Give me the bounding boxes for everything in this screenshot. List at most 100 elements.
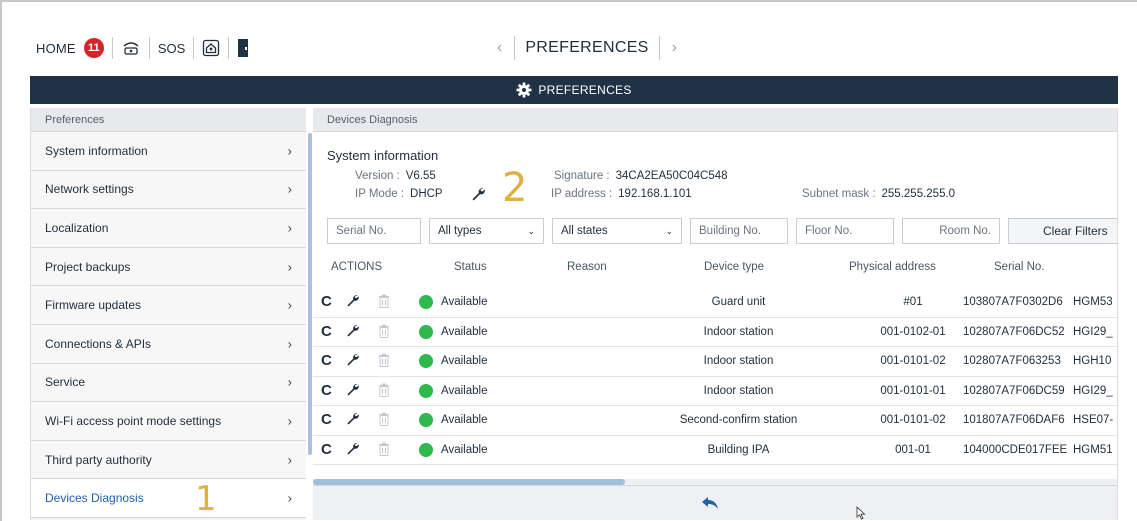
status-dot-icon	[419, 354, 433, 368]
device-type-text: Indoor station	[703, 384, 774, 397]
room-filter-input[interactable]: Room No.	[902, 218, 1000, 244]
sidebar-item-label: Devices Diagnosis	[45, 491, 144, 506]
refresh-icon[interactable]: C	[321, 323, 332, 340]
door-icon[interactable]	[237, 38, 249, 58]
trash-icon[interactable]	[378, 324, 390, 341]
wrench-icon[interactable]	[346, 383, 359, 399]
sidebar-item[interactable]: Devices Diagnosis 1 ›	[31, 479, 306, 518]
chevron-right-icon[interactable]: ›	[660, 39, 689, 57]
device-model-text: HGH10	[1073, 355, 1112, 367]
state-filter-value: All states	[561, 225, 608, 237]
refresh-icon[interactable]: C	[321, 352, 332, 369]
divider	[193, 37, 195, 59]
device-type-text: Guard unit	[711, 296, 766, 308]
ip-field: IP address : 192.168.1.101	[551, 188, 692, 200]
signature-label: Signature :	[554, 170, 610, 182]
wrench-icon[interactable]	[346, 353, 359, 369]
column-header-status[interactable]: Status	[454, 261, 487, 273]
refresh-icon[interactable]: C	[321, 411, 332, 428]
chevron-right-icon: ›	[287, 374, 292, 390]
page-switcher: ‹ PREFERENCES ›	[485, 34, 689, 62]
device-type-text: Indoor station	[703, 355, 774, 367]
wrench-icon[interactable]	[346, 294, 359, 310]
sidebar-item[interactable]: Service ›	[31, 363, 306, 403]
building-filter-input[interactable]: Building No.	[690, 218, 788, 244]
device-model-text: HSE07-	[1073, 414, 1114, 426]
back-arrow-icon[interactable]	[701, 496, 719, 515]
filter-bar: Serial No. All types ⌄ All states ⌄ Buil…	[327, 218, 1117, 244]
serial-text: 102807A7F06DC52	[963, 325, 1065, 338]
subnet-label: Subnet mask :	[802, 188, 876, 200]
clear-filters-button[interactable]: Clear Filters	[1008, 218, 1117, 244]
chevron-down-icon: ⌄	[665, 225, 673, 236]
sidebar-item-label: Network settings	[45, 182, 134, 197]
divider	[148, 37, 150, 59]
status-text: Available	[441, 325, 488, 338]
serial-filter-input[interactable]: Serial No.	[327, 218, 421, 244]
notification-badge[interactable]: 11	[83, 38, 104, 58]
table-row[interactable]: C Available Indoor station 001-0101-02 10280…	[313, 347, 1117, 377]
wrench-icon[interactable]	[346, 324, 359, 340]
sidebar-item[interactable]: Network settings ›	[31, 170, 306, 210]
status-dot-icon	[419, 413, 433, 427]
sidebar-item-label: Service	[45, 375, 86, 390]
wrench-icon[interactable]	[346, 412, 359, 428]
sidebar-item-label: System information	[45, 143, 148, 158]
status-dot-icon	[419, 295, 433, 309]
subnet-field: Subnet mask : 255.255.255.0	[802, 188, 955, 200]
refresh-icon[interactable]: C	[321, 293, 332, 310]
sidebar-item[interactable]: Firmware updates ›	[31, 286, 306, 325]
chevron-right-icon: ›	[287, 220, 292, 236]
refresh-icon[interactable]: C	[321, 441, 332, 458]
sidebar-item[interactable]: Localization ›	[31, 209, 306, 248]
trash-icon[interactable]	[378, 412, 390, 429]
signature-value: 34CA2EA50C04C548	[615, 170, 728, 182]
chevron-left-icon[interactable]: ‹	[485, 39, 514, 57]
column-header-actions[interactable]: ACTIONS	[331, 261, 382, 273]
divider	[111, 37, 113, 59]
intercom-call-icon[interactable]	[121, 40, 141, 56]
trash-icon[interactable]	[378, 353, 390, 370]
wrench-icon[interactable]	[346, 442, 359, 458]
sidebar-scrollbar[interactable]	[308, 133, 312, 455]
refresh-icon[interactable]: C	[321, 382, 332, 399]
sos-button[interactable]: SOS	[158, 41, 185, 56]
status-text: Available	[441, 414, 488, 426]
home-security-icon[interactable]	[202, 39, 220, 57]
column-header-reason[interactable]: Reason	[567, 261, 607, 273]
sidebar-item[interactable]: Wi-Fi access point mode settings ›	[31, 402, 306, 441]
type-filter-select[interactable]: All types ⌄	[429, 218, 544, 244]
sidebar-item[interactable]: Project backups ›	[31, 247, 306, 287]
gear-icon	[516, 82, 532, 98]
status-dot-icon	[419, 442, 433, 457]
sidebar-item[interactable]: Connections & APIs ›	[31, 324, 306, 364]
device-table-body: C Available Guard unit #01 103807A7F0302D6 HG…	[313, 288, 1117, 465]
home-button[interactable]: HOME	[36, 41, 76, 56]
trash-icon[interactable]	[378, 294, 390, 311]
table-row[interactable]: C Available Second-confirm station 001-0101…	[313, 406, 1117, 436]
trash-icon[interactable]	[378, 442, 390, 459]
status-text: Available	[441, 443, 488, 456]
table-row[interactable]: C Available Guard unit #01 103807A7F0302D6 HG…	[313, 288, 1117, 318]
column-header-serial[interactable]: Serial No.	[994, 261, 1045, 273]
sidebar-item[interactable]: Third party authority ›	[31, 440, 306, 480]
column-header-physical-address[interactable]: Physical address	[849, 261, 936, 273]
ipmode-value: DHCP	[410, 188, 443, 200]
chevron-right-icon: ›	[287, 181, 292, 197]
table-row[interactable]: C Available Building IPA 001-01 104000CDE017…	[313, 436, 1117, 465]
table-header: ACTIONS Status Reason Device type Physic…	[313, 253, 1117, 281]
wrench-icon[interactable]	[471, 187, 485, 204]
trash-icon[interactable]	[378, 383, 390, 400]
sidebar-item[interactable]: System information ›	[31, 132, 306, 171]
column-header-device-type[interactable]: Device type	[704, 261, 764, 273]
main-panel: Devices Diagnosis System information Ver…	[313, 108, 1118, 520]
signature-field: Signature : 34CA2EA50C04C548	[554, 170, 728, 182]
table-row[interactable]: C Available Indoor station 001-0102-01 10280…	[313, 318, 1117, 347]
state-filter-select[interactable]: All states ⌄	[552, 218, 682, 244]
table-row[interactable]: C Available Indoor station 001-0101-01 10280…	[313, 377, 1117, 406]
floor-filter-input[interactable]: Floor No.	[796, 218, 894, 244]
sidebar-heading: Preferences	[31, 108, 306, 132]
status-dot-icon	[419, 324, 433, 339]
top-nav: HOME 11 SOS	[36, 34, 249, 62]
status-dot-icon	[419, 383, 433, 398]
